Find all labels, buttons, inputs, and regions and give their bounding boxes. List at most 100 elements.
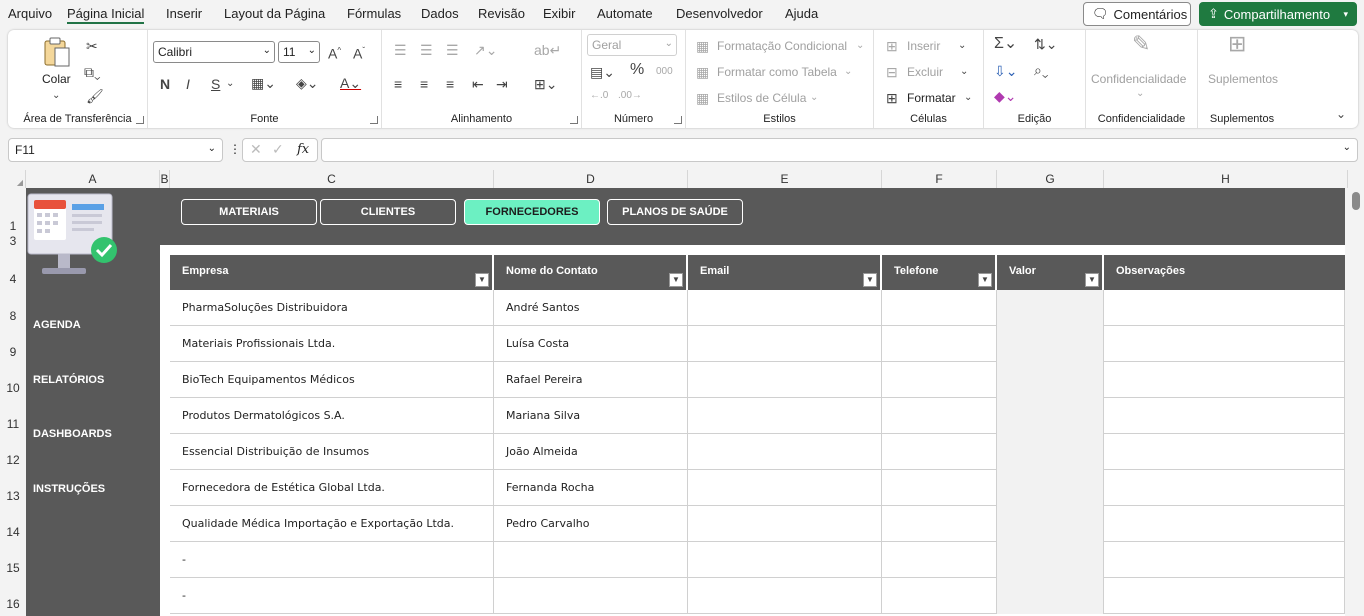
cell-nome-contato[interactable]: Luísa Costa: [494, 326, 688, 362]
enter-icon[interactable]: ✓: [272, 142, 284, 158]
cell-observacoes[interactable]: [1104, 470, 1345, 506]
vertical-scrollbar[interactable]: [1348, 188, 1364, 616]
scissors-icon[interactable]: ✂: [86, 38, 98, 54]
align-bottom-icon[interactable]: ☰: [446, 42, 459, 58]
comments-button[interactable]: 🗨 Comentários: [1083, 2, 1191, 26]
nav-button-clientes[interactable]: CLIENTES: [320, 199, 456, 225]
cell-valor[interactable]: [997, 470, 1104, 506]
cell-email[interactable]: [688, 290, 882, 326]
alignment-launcher-icon[interactable]: [570, 116, 578, 124]
nav-button-planos-de-saude[interactable]: PLANOS DE SAÚDE: [607, 199, 743, 225]
underline-button[interactable]: S: [211, 76, 220, 92]
font-size-select[interactable]: 11 ⌄: [278, 41, 320, 63]
menu-formulas[interactable]: Fórmulas: [347, 6, 401, 21]
wrap-text-icon[interactable]: ab↵: [534, 42, 561, 58]
name-box[interactable]: F11 ⌄: [8, 138, 223, 162]
cell-nome-contato[interactable]: Mariana Silva: [494, 398, 688, 434]
cell-valor[interactable]: [997, 506, 1104, 542]
cell-telefone[interactable]: [882, 398, 997, 434]
cell-telefone[interactable]: [882, 326, 997, 362]
chevron-down-icon[interactable]: ⌄: [226, 76, 234, 92]
cell-empresa[interactable]: Materiais Profissionais Ltda.: [170, 326, 494, 362]
cell-observacoes[interactable]: [1104, 362, 1345, 398]
table-row[interactable]: BioTech Equipamentos Médicos Rafael Perei…: [170, 362, 1345, 398]
header-telefone[interactable]: Telefone ▼: [882, 255, 997, 290]
row-header[interactable]: 10: [0, 381, 26, 395]
cell-valor[interactable]: [997, 326, 1104, 362]
cell-empresa[interactable]: PharmaSoluções Distribuidora: [170, 290, 494, 326]
fill-icon[interactable]: ⇩⌄: [994, 63, 1017, 79]
collapse-ribbon-icon[interactable]: ⌄: [1336, 106, 1346, 122]
sidebar-item-dashboards[interactable]: DASHBOARDS: [33, 428, 112, 440]
merge-cells-icon[interactable]: ⊞⌄: [534, 76, 557, 92]
chevron-down-icon[interactable]: ▾: [1343, 9, 1348, 20]
row-header[interactable]: 14: [0, 525, 26, 539]
cell-telefone[interactable]: [882, 362, 997, 398]
decrease-decimal-icon[interactable]: .00→: [618, 88, 642, 104]
cancel-icon[interactable]: ✕: [250, 142, 262, 158]
autosum-icon[interactable]: Σ⌄: [994, 36, 1017, 52]
cell-observacoes[interactable]: [1104, 398, 1345, 434]
cell-observacoes[interactable]: [1104, 506, 1345, 542]
cell-empresa[interactable]: Qualidade Médica Importação e Exportação…: [170, 506, 494, 542]
fill-color-icon[interactable]: ◈⌄: [296, 75, 319, 91]
header-empresa[interactable]: Empresa ▼: [170, 255, 494, 290]
more-options-icon[interactable]: ⋮: [229, 142, 241, 156]
sidebar-item-instrucoes[interactable]: INSTRUÇÕES: [33, 483, 105, 495]
cell-observacoes[interactable]: [1104, 434, 1345, 470]
select-all-corner[interactable]: ◢: [0, 170, 26, 188]
row-header[interactable]: 11: [0, 417, 26, 431]
menu-automate[interactable]: Automate: [597, 6, 653, 21]
cell-nome-contato[interactable]: André Santos: [494, 290, 688, 326]
align-top-icon[interactable]: ☰: [394, 42, 407, 58]
table-row[interactable]: Produtos Dermatológicos S.A. Mariana Silv…: [170, 398, 1345, 434]
insert-function-button[interactable]: fx: [297, 142, 309, 157]
table-row[interactable]: -: [170, 542, 1345, 578]
col-header-h[interactable]: H: [1104, 170, 1348, 188]
clear-icon[interactable]: ◆⌄: [994, 88, 1017, 104]
format-painter-icon[interactable]: 🖌: [86, 88, 104, 104]
nav-button-fornecedores[interactable]: FORNECEDORES: [464, 199, 600, 225]
cell-email[interactable]: [688, 578, 882, 614]
cell-empresa[interactable]: BioTech Equipamentos Médicos: [170, 362, 494, 398]
col-header-d[interactable]: D: [494, 170, 688, 188]
filter-dropdown-icon[interactable]: ▼: [669, 273, 683, 287]
col-header-a[interactable]: A: [26, 170, 160, 188]
cell-observacoes[interactable]: [1104, 578, 1345, 614]
cell-telefone[interactable]: [882, 470, 997, 506]
cell-observacoes[interactable]: [1104, 290, 1345, 326]
cell-email[interactable]: [688, 326, 882, 362]
cell-observacoes[interactable]: [1104, 542, 1345, 578]
menu-arquivo[interactable]: Arquivo: [8, 6, 52, 21]
filter-dropdown-icon[interactable]: ▼: [1085, 273, 1099, 287]
cell-nome-contato[interactable]: [494, 578, 688, 614]
cell-email[interactable]: [688, 398, 882, 434]
row-header[interactable]: 4: [0, 272, 26, 286]
cell-valor[interactable]: [997, 434, 1104, 470]
increase-font-icon[interactable]: A^: [328, 43, 341, 62]
font-launcher-icon[interactable]: [370, 116, 378, 124]
cell-empresa[interactable]: Essencial Distribuição de Insumos: [170, 434, 494, 470]
copy-icon[interactable]: ⧉⌄: [84, 64, 101, 80]
cell-empresa[interactable]: Fornecedora de Estética Global Ltda.: [170, 470, 494, 506]
bold-button[interactable]: N: [160, 76, 170, 92]
cell-telefone[interactable]: [882, 542, 997, 578]
table-row[interactable]: PharmaSoluções Distribuidora André Santos: [170, 290, 1345, 326]
increase-decimal-icon[interactable]: ←.0: [590, 88, 608, 104]
align-left-icon[interactable]: ≡: [394, 76, 402, 92]
cell-telefone[interactable]: [882, 578, 997, 614]
increase-indent-icon[interactable]: ⇥: [496, 76, 508, 92]
filter-dropdown-icon[interactable]: ▼: [863, 273, 877, 287]
currency-icon[interactable]: ▤⌄: [590, 64, 615, 80]
col-header-c[interactable]: C: [170, 170, 494, 188]
chevron-down-icon[interactable]: ⌄: [1343, 142, 1351, 153]
font-color-icon[interactable]: A⌄: [340, 75, 361, 91]
number-format-select[interactable]: Geral ⌄: [587, 34, 677, 56]
header-email[interactable]: Email ▼: [688, 255, 882, 290]
cell-nome-contato[interactable]: Pedro Carvalho: [494, 506, 688, 542]
cell-empresa[interactable]: -: [170, 542, 494, 578]
header-nome-contato[interactable]: Nome do Contato ▼: [494, 255, 688, 290]
col-header-f[interactable]: F: [882, 170, 997, 188]
row-header[interactable]: 12: [0, 453, 26, 467]
row-header[interactable]: 8: [0, 309, 26, 323]
